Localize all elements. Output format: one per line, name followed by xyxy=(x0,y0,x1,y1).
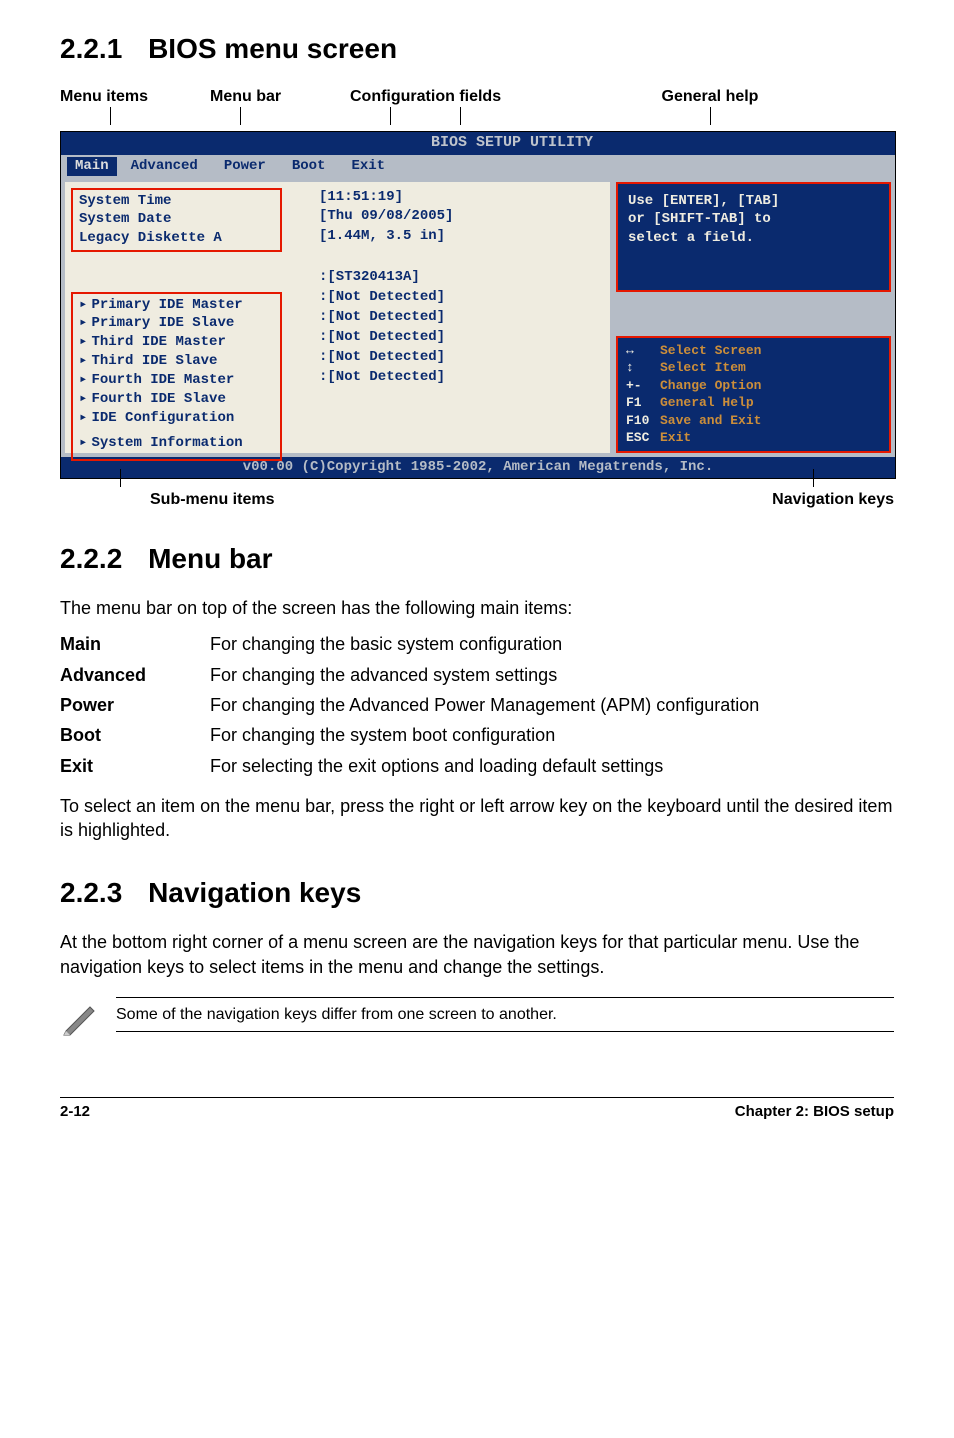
bios-left-pane: System Time System Date Legacy Diskette … xyxy=(65,182,610,453)
nav-k-f10: F10 xyxy=(626,412,660,430)
nav-k-esc: ESC xyxy=(626,429,660,447)
triangle-icon: ▸ xyxy=(79,333,87,352)
help-line-2: or [SHIFT-TAB] to xyxy=(628,210,879,229)
heading-221-title: BIOS menu screen xyxy=(148,33,397,64)
row-power-v: For changing the Advanced Power Manageme… xyxy=(210,693,894,717)
general-help-box: Use [ENTER], [TAB] or [SHIFT-TAB] to sel… xyxy=(616,182,891,292)
row-exit-v: For selecting the exit options and loadi… xyxy=(210,754,894,778)
help-line-1: Use [ENTER], [TAB] xyxy=(628,192,879,211)
val-pri-master: :[ST320413A] xyxy=(319,268,602,287)
bios-tab-main[interactable]: Main xyxy=(67,157,117,176)
submenu-highlight-box: ▸Primary IDE Master ▸Primary IDE Slave ▸… xyxy=(71,292,282,461)
annot-config-fields: Configuration fields xyxy=(350,88,501,105)
item-system-date[interactable]: System Date xyxy=(79,210,274,229)
page-number: 2-12 xyxy=(60,1102,90,1122)
heading-222: 2.2.2 Menu bar xyxy=(60,540,894,578)
row-main-k: Main xyxy=(60,632,210,656)
val-third-master: :[Not Detected] xyxy=(319,308,602,327)
heading-221: 2.2.1 BIOS menu screen xyxy=(60,30,894,68)
triangle-icon: ▸ xyxy=(79,314,87,333)
item-fourth-ide-master[interactable]: Fourth IDE Master xyxy=(91,371,234,390)
heading-223-title: Navigation keys xyxy=(148,877,361,908)
annot-general-help: General help xyxy=(662,88,759,105)
row-boot-k: Boot xyxy=(60,723,210,747)
val-fourth-slave: :[Not Detected] xyxy=(319,368,602,387)
triangle-icon: ▸ xyxy=(79,409,87,428)
triangle-icon: ▸ xyxy=(79,371,87,390)
row-adv-k: Advanced xyxy=(60,663,210,687)
item-ide-config[interactable]: IDE Configuration xyxy=(91,409,234,428)
chapter-label: Chapter 2: BIOS setup xyxy=(735,1102,894,1122)
page-footer: 2-12 Chapter 2: BIOS setup xyxy=(60,1097,894,1122)
menubar-outro: To select an item on the menu bar, press… xyxy=(60,794,894,843)
nav-k-f1: F1 xyxy=(626,394,660,412)
annot-menu-items: Menu items xyxy=(60,88,148,105)
val-pri-slave: :[Not Detected] xyxy=(319,288,602,307)
val-third-slave: :[Not Detected] xyxy=(319,328,602,347)
bios-title-bar: BIOS SETUP UTILITY xyxy=(61,132,895,154)
heading-223-num: 2.2.3 xyxy=(60,877,122,908)
row-main-v: For changing the basic system configurat… xyxy=(210,632,894,656)
item-system-time[interactable]: System Time xyxy=(79,192,274,211)
menubar-description: The menu bar on top of the screen has th… xyxy=(60,596,894,842)
note-text: Some of the navigation keys differ from … xyxy=(116,997,894,1033)
val-date[interactable]: [Thu 09/08/2005] xyxy=(319,207,602,226)
nav-v-item: Select Item xyxy=(660,360,746,375)
annot-menu-bar: Menu bar xyxy=(210,88,281,105)
pencil-icon xyxy=(60,997,100,1037)
triangle-icon: ▸ xyxy=(79,352,87,371)
nav-k-pm: +- xyxy=(626,377,660,395)
item-third-ide-master[interactable]: Third IDE Master xyxy=(91,333,225,352)
heading-222-num: 2.2.2 xyxy=(60,543,122,574)
navkeys-body: At the bottom right corner of a menu scr… xyxy=(60,930,894,979)
menuitems-highlight-box: System Time System Date Legacy Diskette … xyxy=(71,188,282,253)
bios-tab-advanced[interactable]: Advanced xyxy=(131,157,198,176)
heading-222-title: Menu bar xyxy=(148,543,272,574)
item-system-info[interactable]: System Information xyxy=(91,434,242,453)
bios-copyright: v00.00 (C)Copyright 1985-2002, American … xyxy=(243,459,713,475)
row-exit-k: Exit xyxy=(60,754,210,778)
triangle-icon: ▸ xyxy=(79,296,87,315)
triangle-icon: ▸ xyxy=(79,434,87,453)
note-block: Some of the navigation keys differ from … xyxy=(60,997,894,1037)
item-third-ide-slave[interactable]: Third IDE Slave xyxy=(91,352,217,371)
bios-tab-exit[interactable]: Exit xyxy=(351,157,385,176)
bios-tab-boot[interactable]: Boot xyxy=(292,157,326,176)
nav-v-help: General Help xyxy=(660,395,754,410)
item-pri-ide-slave[interactable]: Primary IDE Slave xyxy=(91,314,234,333)
nav-v-save: Save and Exit xyxy=(660,413,761,428)
annot-navkeys: Navigation keys xyxy=(772,491,894,508)
bios-menu-bar: Main Advanced Power Boot Exit xyxy=(61,155,895,178)
nav-v-change: Change Option xyxy=(660,378,761,393)
item-legacy-diskette[interactable]: Legacy Diskette A xyxy=(79,229,274,248)
bios-body: System Time System Date Legacy Diskette … xyxy=(61,178,895,457)
nav-v-exit: Exit xyxy=(660,430,691,445)
top-annotations: Menu items Menu bar Configuration fields… xyxy=(60,86,894,108)
item-fourth-ide-slave[interactable]: Fourth IDE Slave xyxy=(91,390,225,409)
triangle-icon: ▸ xyxy=(79,390,87,409)
row-power-k: Power xyxy=(60,693,210,717)
val-time[interactable]: [11:51:19] xyxy=(319,188,602,207)
annot-submenu: Sub-menu items xyxy=(150,491,274,508)
menubar-intro: The menu bar on top of the screen has th… xyxy=(60,596,894,620)
help-line-3: select a field. xyxy=(628,229,879,248)
item-pri-ide-master[interactable]: Primary IDE Master xyxy=(91,296,242,315)
bios-right-pane: Use [ENTER], [TAB] or [SHIFT-TAB] to sel… xyxy=(616,182,891,453)
nav-v-screen: Select Screen xyxy=(660,343,761,358)
val-fourth-master: :[Not Detected] xyxy=(319,348,602,367)
config-values-column: [11:51:19] [Thu 09/08/2005] [1.44M, 3.5 … xyxy=(319,188,602,434)
row-adv-v: For changing the advanced system setting… xyxy=(210,663,894,687)
heading-221-num: 2.2.1 xyxy=(60,33,122,64)
nav-k-lr: ↔ xyxy=(626,342,660,360)
val-diskette[interactable]: [1.44M, 3.5 in] xyxy=(319,227,602,246)
row-boot-v: For changing the system boot configurati… xyxy=(210,723,894,747)
bios-tab-power[interactable]: Power xyxy=(224,157,266,176)
bios-title: BIOS SETUP UTILITY xyxy=(431,134,593,151)
bios-screenshot: BIOS SETUP UTILITY Main Advanced Power B… xyxy=(60,131,896,478)
nav-keys-box: ↔Select Screen ↕Select Item +-Change Opt… xyxy=(616,336,891,453)
heading-223: 2.2.3 Navigation keys xyxy=(60,874,894,912)
bottom-annotations: Sub-menu items Navigation keys xyxy=(60,489,894,511)
nav-k-ud: ↕ xyxy=(626,359,660,377)
